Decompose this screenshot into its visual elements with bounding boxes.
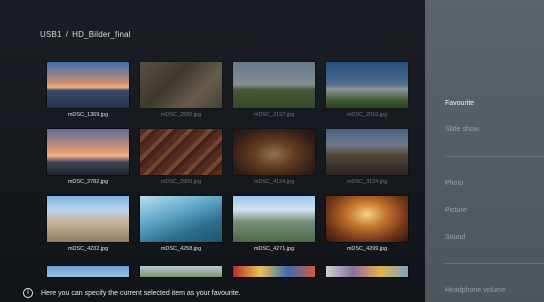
info-icon: i (23, 288, 33, 298)
photo-filename: mDSC_2782.jpg (67, 179, 109, 185)
photo-thumbnail[interactable] (326, 129, 408, 175)
photo-item[interactable]: mDSC_4232.jpg (47, 196, 129, 253)
photo-filename: mDSC_4299.jpg (346, 246, 388, 252)
photo-item[interactable]: mDSC_4124.jpg (233, 129, 315, 186)
photo-item[interactable]: mDSC_2782.jpg (47, 129, 129, 186)
photo-item[interactable]: mDSC_4271.jpg (233, 196, 315, 253)
photo-item[interactable]: mDSC_2197.jpg (233, 62, 315, 119)
photo-thumbnail[interactable] (140, 129, 222, 175)
menu-item-headphone-volume[interactable]: Headphone volume (445, 287, 506, 294)
menu-item-picture[interactable]: Picture (445, 207, 467, 214)
breadcrumb-folder[interactable]: HD_Bilder_final (72, 30, 131, 39)
photo-item[interactable]: mDSC_3124.jpg (326, 129, 408, 186)
info-text: Here you can specify the current selecte… (41, 289, 241, 297)
options-menu: Favourite Slide show Photo Picture Sound… (425, 0, 544, 302)
photo-thumbnail[interactable] (233, 129, 315, 175)
breadcrumb-separator: / (65, 30, 69, 39)
menu-item-slide-show[interactable]: Slide show (445, 126, 479, 133)
photo-filename: mDSC_2909.jpg (160, 179, 202, 185)
photo-thumbnail[interactable] (140, 266, 222, 277)
photo-filename: mDSC_2580.jpg (160, 112, 202, 118)
thumbnail-grid: mDSC_1369.jpg mDSC_2580.jpg mDSC_2197.jp… (47, 62, 413, 253)
menu-divider (445, 156, 544, 157)
photo-item[interactable]: mDSC_2580.jpg (140, 62, 222, 119)
media-browser: USB1 / HD_Bilder_final mDSC_1369.jpg mDS… (0, 0, 425, 302)
menu-item-photo[interactable]: Photo (445, 180, 463, 187)
photo-thumbnail[interactable] (47, 62, 129, 108)
photo-filename: mDSC_1369.jpg (67, 112, 109, 118)
photo-filename: mDSC_4258.jpg (160, 246, 202, 252)
photo-item[interactable]: mDSC_2909.jpg (140, 129, 222, 186)
photo-thumbnail[interactable] (233, 266, 315, 277)
photo-thumbnail[interactable] (47, 266, 129, 277)
photo-filename: mDSC_2010.jpg (346, 112, 388, 118)
photo-item[interactable]: mDSC_2010.jpg (326, 62, 408, 119)
photo-thumbnail[interactable] (326, 62, 408, 108)
photo-thumbnail[interactable] (326, 266, 408, 277)
photo-thumbnail[interactable] (233, 196, 315, 242)
menu-item-sound[interactable]: Sound (445, 234, 465, 241)
thumbnail-row-partial (47, 266, 413, 277)
photo-thumbnail[interactable] (140, 62, 222, 108)
photo-thumbnail[interactable] (326, 196, 408, 242)
photo-item[interactable]: mDSC_1369.jpg (47, 62, 129, 119)
menu-divider (445, 263, 544, 264)
breadcrumb: USB1 / HD_Bilder_final (40, 30, 131, 39)
photo-item[interactable]: mDSC_4258.jpg (140, 196, 222, 253)
photo-filename: mDSC_2197.jpg (253, 112, 295, 118)
menu-item-favourite[interactable]: Favourite (445, 100, 474, 107)
photo-filename: mDSC_3124.jpg (346, 179, 388, 185)
photo-filename: mDSC_4124.jpg (253, 179, 295, 185)
info-bar: i Here you can specify the current selec… (0, 284, 425, 302)
photo-thumbnail[interactable] (47, 129, 129, 175)
photo-thumbnail[interactable] (233, 62, 315, 108)
photo-filename: mDSC_4232.jpg (67, 246, 109, 252)
breadcrumb-source[interactable]: USB1 (40, 30, 62, 39)
photo-thumbnail[interactable] (47, 196, 129, 242)
photo-item[interactable]: mDSC_4299.jpg (326, 196, 408, 253)
photo-thumbnail[interactable] (140, 196, 222, 242)
photo-filename: mDSC_4271.jpg (253, 246, 295, 252)
